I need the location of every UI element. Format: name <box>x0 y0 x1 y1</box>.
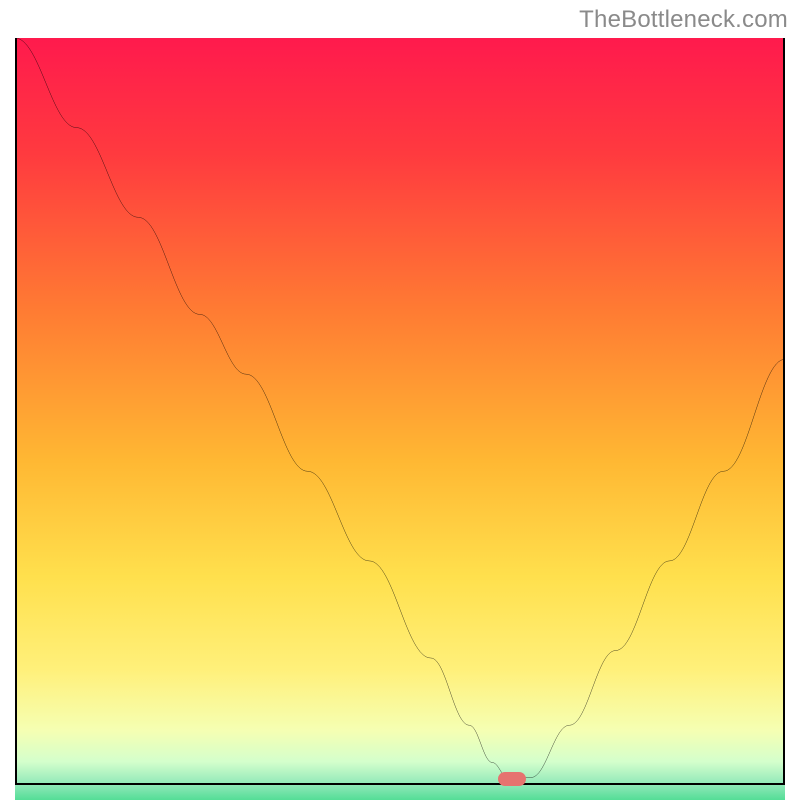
plot-area <box>15 38 785 785</box>
bottleneck-curve <box>15 38 785 785</box>
chart-container: TheBottleneck.com <box>0 0 800 800</box>
optimal-marker <box>498 772 526 786</box>
watermark-text: TheBottleneck.com <box>579 6 788 34</box>
